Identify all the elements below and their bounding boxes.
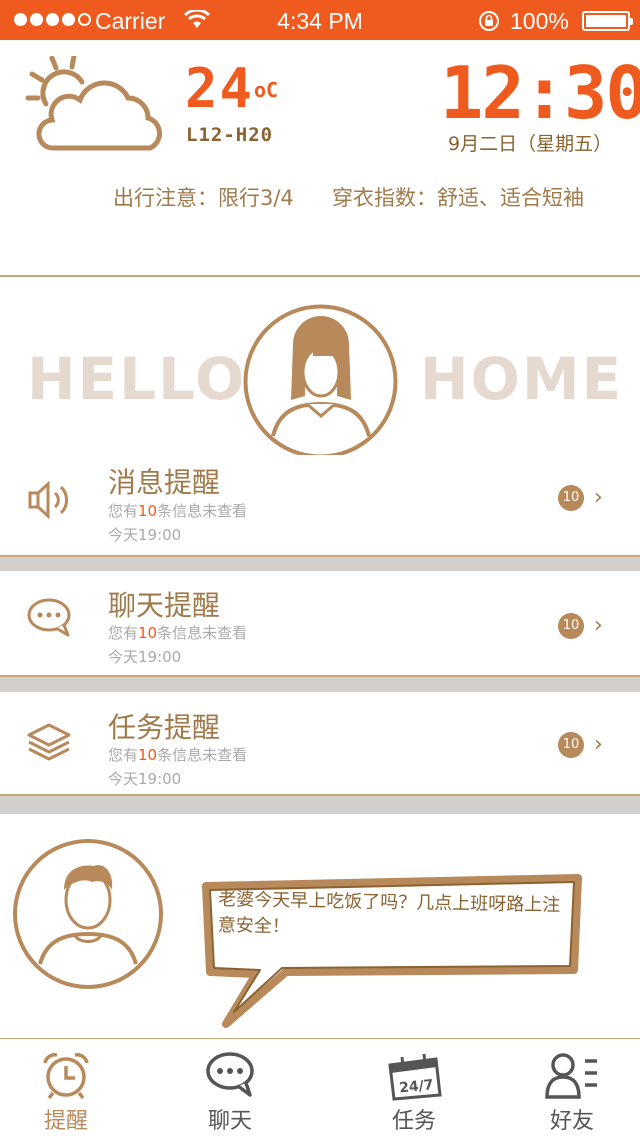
chevron-right-icon[interactable]: › [594, 732, 603, 757]
layers-icon [27, 723, 71, 761]
temperature: 24 [185, 57, 255, 120]
card-time: 今天19:00 [108, 526, 182, 544]
alarm-clock-icon [43, 1053, 89, 1099]
card-title: 任务提醒 [108, 711, 221, 744]
calendar-24-7-icon: 24/7 [388, 1053, 442, 1101]
clock-time: 12:30 [440, 51, 640, 135]
chat-reminder-card[interactable]: 聊天提醒 您有10条信息未查看 今天19:00 10 › [0, 571, 640, 677]
speaker-icon [28, 480, 68, 520]
tab-label: 任务 [391, 1109, 436, 1134]
tab-label: 聊天 [207, 1109, 252, 1134]
tab-chat[interactable]: 聊天 [170, 1039, 290, 1136]
task-reminder-card[interactable]: 任务提醒 您有10条信息未查看 今天19:00 10 › [0, 692, 640, 796]
unread-badge: 10 [558, 613, 584, 639]
clock-date: 9月二日（星期五） [448, 133, 613, 155]
card-subtitle: 您有10条信息未查看 [108, 746, 248, 764]
unread-badge: 10 [558, 732, 584, 758]
clothing-index: 穿衣指数：舒适、适合短袖 [332, 186, 584, 210]
orientation-lock-icon [479, 11, 499, 31]
partly-cloudy-icon [25, 56, 162, 151]
hero-home-text: HOME [420, 345, 624, 413]
tab-bar: 提醒 聊天 24/7 任务 好友 [0, 1038, 640, 1136]
chevron-right-icon[interactable]: › [594, 485, 603, 510]
chevron-right-icon[interactable]: › [594, 613, 603, 638]
chat-icon [206, 1052, 254, 1097]
status-bar: Carrier 4:34 PM 100% [0, 0, 640, 40]
message-reminder-card[interactable]: 消息提醒 您有10条信息未查看 今天19:00 10 › [0, 455, 640, 557]
battery-percent: 100% [510, 8, 569, 34]
card-separator [0, 677, 640, 692]
header-divider [0, 275, 640, 277]
male-avatar-icon[interactable] [12, 838, 164, 990]
card-separator [0, 796, 640, 814]
card-title: 聊天提醒 [108, 589, 221, 622]
battery-icon [582, 11, 633, 31]
tab-reminder[interactable]: 提醒 [6, 1039, 126, 1136]
tab-friends[interactable]: 好友 [512, 1039, 632, 1136]
unread-badge: 10 [558, 485, 584, 511]
hero-hello-text: HELLO [27, 345, 247, 413]
card-title: 消息提醒 [108, 466, 221, 499]
chat-bubble-icon [27, 598, 71, 637]
card-time: 今天19:00 [108, 648, 182, 666]
temperature-range: L12-H20 [186, 124, 274, 146]
card-time: 今天19:00 [108, 770, 182, 788]
tab-label: 好友 [549, 1109, 594, 1134]
card-subtitle: 您有10条信息未查看 [108, 502, 248, 520]
message-text: 老婆今天早上吃饭了吗？几点上班呀路上注意安全！ [217, 888, 561, 938]
card-separator [0, 557, 640, 571]
tab-label: 提醒 [43, 1109, 88, 1134]
travel-tip: 出行注意：限行3/4 [113, 186, 294, 210]
temperature-unit: oC [254, 78, 279, 102]
tab-task[interactable]: 24/7 任务 [354, 1039, 474, 1136]
female-avatar-icon[interactable] [243, 304, 398, 459]
card-subtitle: 您有10条信息未查看 [108, 624, 248, 642]
contacts-icon [545, 1053, 597, 1099]
